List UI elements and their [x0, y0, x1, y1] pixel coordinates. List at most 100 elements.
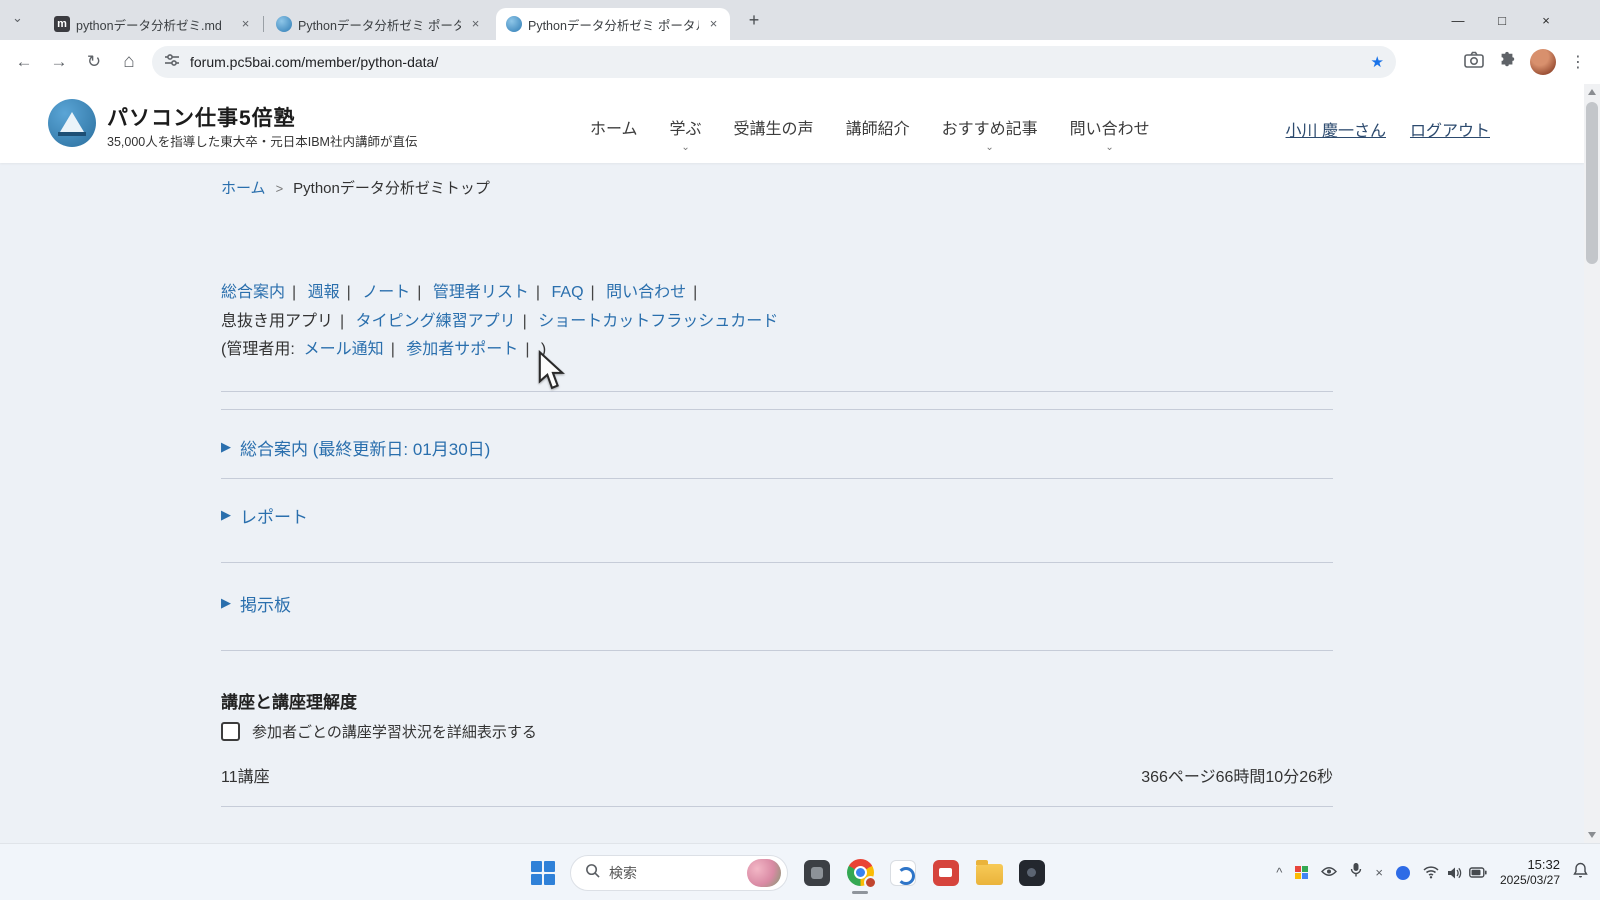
tray-blue-app-icon[interactable] — [1396, 866, 1410, 880]
home-icon[interactable]: ⌂ — [115, 48, 143, 76]
forward-icon[interactable]: → — [45, 48, 73, 76]
app-icon-red — [933, 860, 959, 886]
camera-icon[interactable] — [1464, 51, 1484, 74]
system-tray: ^ × 15:32 2025/03/27 — [1276, 844, 1588, 900]
quicklink[interactable]: ノート — [362, 284, 410, 301]
app-icon-blue-ring — [890, 860, 916, 886]
triangle-marker-icon: ▶ — [221, 507, 231, 523]
window-minimize-button[interactable]: — — [1436, 0, 1480, 40]
quicklink[interactable]: 週報 — [308, 284, 340, 301]
quicklink[interactable]: タイピング練習アプリ — [356, 313, 516, 330]
nav-label: 受講生の声 — [734, 115, 814, 139]
scroll-down-arrow-icon[interactable] — [1588, 832, 1596, 838]
divider — [221, 562, 1333, 563]
quicklink[interactable]: 参加者サポート — [406, 341, 518, 358]
tab-close-icon[interactable]: × — [467, 16, 484, 33]
taskbar-app-chrome[interactable] — [846, 859, 874, 887]
tray-overflow-chevron-icon[interactable]: ^ — [1276, 865, 1282, 880]
active-app-indicator — [852, 891, 868, 894]
divider — [221, 478, 1333, 479]
tab-close-icon[interactable]: × — [237, 16, 254, 33]
browser-tab-3-active[interactable]: Pythonデータ分析ゼミ ポータルトッ × — [496, 8, 730, 40]
separator: | — [347, 284, 351, 301]
page-content-area: パソコン仕事5倍塾 35,000人を指導した東大卒・元日本IBM社内講師が直伝 … — [0, 84, 1584, 843]
quicklink[interactable]: FAQ — [552, 284, 584, 301]
tray-close-icon[interactable]: × — [1375, 865, 1383, 880]
taskbar-search-box[interactable]: 検索 — [570, 855, 788, 891]
reload-icon[interactable]: ↻ — [80, 48, 108, 76]
battery-icon — [1469, 867, 1487, 878]
network-volume-battery-cluster[interactable] — [1423, 866, 1487, 880]
section-toggle-overview[interactable]: ▶ 総合案内 (最終更新日: 01月30日) — [221, 435, 490, 459]
site-settings-icon[interactable] — [164, 52, 180, 73]
site-subtitle: 35,000人を指導した東大卒・元日本IBM社内講師が直伝 — [107, 131, 417, 150]
address-bar[interactable]: ★ — [152, 46, 1396, 78]
browser-tab-2[interactable]: Pythonデータ分析ゼミ ポータルトッ × — [266, 8, 492, 40]
section-toggle-board[interactable]: ▶ 掲示板 — [221, 591, 291, 615]
taskbar-app-explorer[interactable] — [975, 859, 1003, 887]
taskbar-clock[interactable]: 15:32 2025/03/27 — [1500, 857, 1560, 888]
tab-close-icon[interactable]: × — [705, 16, 722, 33]
nav-item-home[interactable]: ホーム — [590, 115, 638, 139]
site-logo[interactable] — [48, 99, 96, 147]
window-close-button[interactable]: × — [1524, 0, 1568, 40]
chevron-down-icon: ⌄ — [985, 142, 993, 153]
quicklink[interactable]: 管理者リスト — [433, 284, 529, 301]
scroll-up-arrow-icon[interactable] — [1588, 89, 1596, 95]
tray-microphone-icon[interactable] — [1350, 862, 1362, 883]
detail-display-checkbox[interactable] — [221, 722, 240, 741]
section-label: レポート — [240, 503, 308, 528]
nav-label: 講師紹介 — [846, 115, 910, 139]
taskbar-app-6[interactable] — [1018, 859, 1046, 887]
taskbar-app-3[interactable] — [889, 859, 917, 887]
markdown-favicon: m — [54, 16, 70, 32]
taskbar-app-4[interactable] — [932, 859, 960, 887]
tab-list-chevron-icon[interactable]: ⌄ — [12, 10, 23, 26]
nav-item-contact[interactable]: 問い合わせ ⌄ — [1070, 115, 1150, 153]
row3-prefix-text: (管理者用: — [221, 341, 295, 358]
quicklink[interactable]: ショートカットフラッシュカード — [538, 313, 778, 330]
back-icon[interactable]: ← — [10, 48, 38, 76]
tray-eye-icon[interactable] — [1321, 864, 1337, 882]
logout-link[interactable]: ログアウト — [1410, 117, 1490, 141]
breadcrumb-current: Pythonデータ分析ゼミトップ — [293, 180, 490, 197]
nav-item-learn[interactable]: 学ぶ ⌄ — [670, 115, 702, 153]
nav-item-instructors[interactable]: 講師紹介 — [846, 115, 910, 139]
start-button[interactable] — [531, 861, 555, 885]
scrollbar-thumb[interactable] — [1586, 102, 1598, 264]
site-title: パソコン仕事5倍塾 — [107, 102, 296, 132]
extensions-puzzle-icon[interactable] — [1498, 51, 1516, 74]
checkbox-label[interactable]: 参加者ごとの講座学習状況を詳細表示する — [252, 721, 537, 742]
section-toggle-report[interactable]: ▶ レポート — [221, 503, 308, 527]
courses-heading: 講座と講座理解度 — [221, 688, 357, 713]
new-tab-button[interactable]: + — [742, 9, 766, 33]
quicklink[interactable]: 問い合わせ — [606, 284, 686, 301]
app-icon-dark — [804, 860, 830, 886]
browser-tab-1[interactable]: m pythonデータ分析ゼミ.md × — [44, 8, 262, 40]
profile-avatar[interactable] — [1530, 49, 1556, 75]
url-input[interactable] — [190, 54, 1363, 70]
windows-taskbar: 検索 ^ × — [0, 843, 1600, 900]
notification-bell-icon[interactable] — [1573, 862, 1588, 883]
search-highlight-image[interactable] — [747, 859, 781, 887]
tab-title: pythonデータ分析ゼミ.md — [76, 15, 231, 34]
browser-menu-icon[interactable]: ⋮ — [1570, 52, 1586, 72]
search-placeholder: 検索 — [609, 863, 747, 883]
taskbar-center-group: 検索 — [531, 844, 1046, 900]
course-count: 11講座 — [221, 763, 270, 787]
breadcrumb-home-link[interactable]: ホーム — [221, 180, 266, 197]
window-maximize-button[interactable]: □ — [1480, 0, 1524, 40]
tray-grid-icon[interactable] — [1295, 866, 1308, 879]
user-profile-link[interactable]: 小川 慶一さん — [1286, 117, 1386, 141]
browser-toolbar: ← → ↻ ⌂ ★ ⋮ — [0, 40, 1600, 84]
bookmark-star-icon[interactable]: ★ — [1371, 53, 1384, 71]
page-scrollbar[interactable] — [1584, 84, 1600, 843]
taskbar-app-1[interactable] — [803, 859, 831, 887]
quicklink[interactable]: メール通知 — [304, 341, 384, 358]
quicklink[interactable]: 総合案内 — [221, 284, 285, 301]
nav-item-testimonials[interactable]: 受講生の声 — [734, 115, 814, 139]
separator: | — [391, 341, 395, 358]
separator: | — [292, 284, 296, 301]
nav-item-articles[interactable]: おすすめ記事 ⌄ — [942, 115, 1038, 153]
chevron-down-icon: ⌄ — [1105, 142, 1113, 153]
